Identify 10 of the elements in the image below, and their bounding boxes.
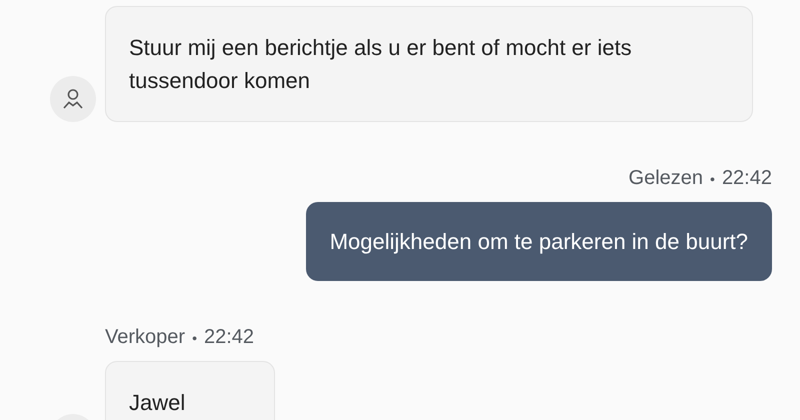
message-status: Gelezen — [628, 167, 704, 190]
message-status: Verkoper — [105, 326, 186, 349]
avatar-icon — [50, 76, 96, 122]
sent-message-bubble: Mogelijkheden om te parkeren in de buurt? — [306, 202, 772, 281]
received-message-bubble: Jawel — [105, 361, 275, 420]
message-time: 22:42 — [204, 326, 254, 349]
separator-dot: • — [710, 170, 715, 186]
message-time: 22:42 — [722, 167, 772, 190]
separator-dot: • — [192, 330, 197, 346]
received-message-bubble: Stuur mij een berichtje als u er bent of mocht er iets tussendoor komen — [105, 6, 753, 122]
